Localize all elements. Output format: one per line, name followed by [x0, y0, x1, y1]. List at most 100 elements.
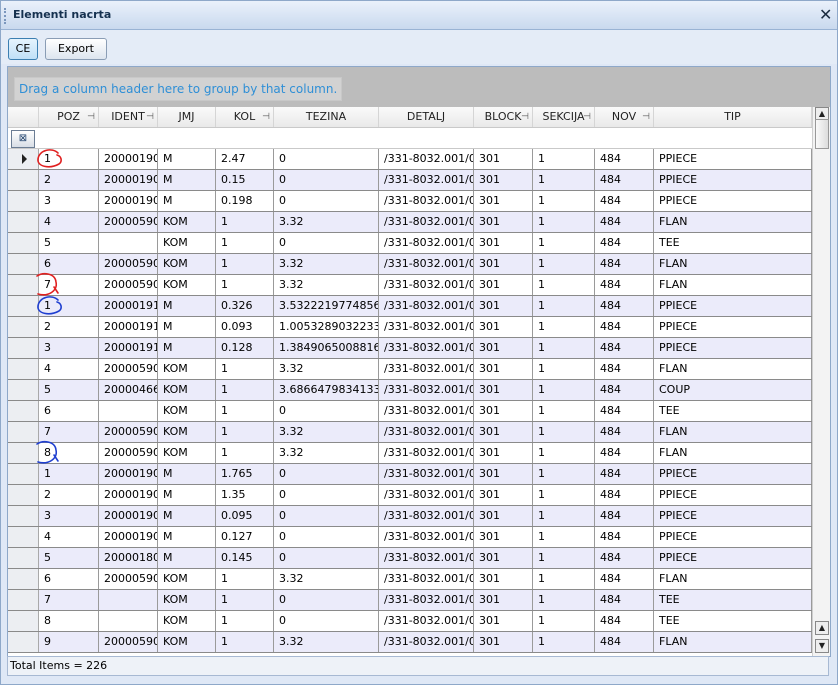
cell-poz[interactable]: 4	[39, 212, 99, 232]
table-row[interactable]: 6 20000590 KOM 1 3.32/331-8032.001/03 301 1 484…	[8, 569, 812, 590]
cell-tip[interactable]: FLAN	[654, 632, 812, 652]
cell-nov[interactable]: 484	[595, 590, 654, 610]
cell-tip[interactable]: PPIECE	[654, 506, 812, 526]
cell-jmj[interactable]: KOM	[158, 632, 216, 652]
cell-block[interactable]: 301	[474, 149, 533, 169]
cell-nov[interactable]: 484	[595, 233, 654, 253]
cell-jmj[interactable]: KOM	[158, 422, 216, 442]
cell-ident[interactable]: 20000466	[99, 380, 158, 400]
cell-detalj[interactable]: /331-8032.001/02	[379, 422, 474, 442]
cell-ident[interactable]: 20000590	[99, 443, 158, 463]
cell-block[interactable]: 301	[474, 170, 533, 190]
cell-sekcija[interactable]: 1	[533, 380, 595, 400]
column-header-detalj[interactable]: DETALJ	[379, 107, 474, 127]
cell-kol[interactable]: 1	[216, 275, 274, 295]
cell-tezina[interactable]: 3.53222197748564	[274, 296, 379, 316]
filter-icon[interactable]: ⊠	[11, 130, 35, 148]
row-indicator[interactable]	[8, 443, 39, 463]
cell-sekcija[interactable]: 1	[533, 191, 595, 211]
cell-tezina[interactable]: 3.32	[274, 275, 379, 295]
cell-sekcija[interactable]: 1	[533, 338, 595, 358]
row-indicator[interactable]	[8, 548, 39, 568]
cell-tezina[interactable]: 3.32	[274, 443, 379, 463]
cell-nov[interactable]: 484	[595, 191, 654, 211]
cell-ident[interactable]	[99, 611, 158, 631]
cell-nov[interactable]: 484	[595, 170, 654, 190]
table-row[interactable]: 3 20000190 M 0.095 0/331-8032.001/03 301 1 484 P…	[8, 506, 812, 527]
cell-sekcija[interactable]: 1	[533, 401, 595, 421]
table-row[interactable]: 5 20000180 M 0.145 0/331-8032.001/03 301 1 484 P…	[8, 548, 812, 569]
cell-tip[interactable]: TEE	[654, 611, 812, 631]
cell-block[interactable]: 301	[474, 380, 533, 400]
cell-sekcija[interactable]: 1	[533, 317, 595, 337]
cell-jmj[interactable]: M	[158, 464, 216, 484]
row-indicator[interactable]	[8, 611, 39, 631]
cell-nov[interactable]: 484	[595, 401, 654, 421]
cell-tip[interactable]: FLAN	[654, 569, 812, 589]
cell-nov[interactable]: 484	[595, 506, 654, 526]
table-row[interactable]: 7 20000590 KOM 1 3.32/331-8032.001/01 301 1 484…	[8, 275, 812, 296]
scroll-thumb[interactable]	[815, 119, 829, 149]
cell-kol[interactable]: 1	[216, 422, 274, 442]
cell-tezina[interactable]: 3.32	[274, 212, 379, 232]
cell-block[interactable]: 301	[474, 632, 533, 652]
cell-kol[interactable]: 0.093	[216, 317, 274, 337]
cell-ident[interactable]: 20000590	[99, 212, 158, 232]
cell-poz[interactable]: 4	[39, 359, 99, 379]
cell-tezina[interactable]: 0	[274, 485, 379, 505]
cell-poz[interactable]: 5	[39, 233, 99, 253]
table-row[interactable]: 8 KOM 1 0/331-8032.001/03 301 1 484 TEE	[8, 611, 812, 632]
row-indicator[interactable]	[8, 317, 39, 337]
cell-jmj[interactable]: M	[158, 338, 216, 358]
row-indicator[interactable]	[8, 338, 39, 358]
cell-detalj[interactable]: /331-8032.001/03	[379, 464, 474, 484]
cell-poz[interactable]: 8	[39, 611, 99, 631]
cell-nov[interactable]: 484	[595, 527, 654, 547]
row-indicator[interactable]	[8, 149, 39, 169]
cell-block[interactable]: 301	[474, 464, 533, 484]
cell-ident[interactable]: 20000590	[99, 275, 158, 295]
cell-nov[interactable]: 484	[595, 359, 654, 379]
cell-kol[interactable]: 0.095	[216, 506, 274, 526]
pin-icon[interactable]: ⊣	[146, 107, 154, 127]
table-row[interactable]: 8 20000590 KOM 1 3.32/331-8032.001/02 301 1 484…	[8, 443, 812, 464]
cell-poz[interactable]: 7	[39, 422, 99, 442]
cell-tezina[interactable]: 3.32	[274, 359, 379, 379]
cell-tip[interactable]: PPIECE	[654, 338, 812, 358]
cell-tezina[interactable]: 0	[274, 464, 379, 484]
cell-ident[interactable]: 20000190	[99, 527, 158, 547]
cell-nov[interactable]: 484	[595, 149, 654, 169]
cell-kol[interactable]: 1	[216, 359, 274, 379]
cell-tip[interactable]: PPIECE	[654, 317, 812, 337]
cell-tip[interactable]: FLAN	[654, 275, 812, 295]
export-button[interactable]: Export	[45, 38, 107, 60]
cell-jmj[interactable]: KOM	[158, 590, 216, 610]
cell-detalj[interactable]: /331-8032.001/01	[379, 275, 474, 295]
cell-tip[interactable]: PPIECE	[654, 296, 812, 316]
cell-sekcija[interactable]: 1	[533, 611, 595, 631]
cell-detalj[interactable]: /331-8032.001/01	[379, 212, 474, 232]
row-indicator[interactable]	[8, 212, 39, 232]
cell-block[interactable]: 301	[474, 485, 533, 505]
cell-tezina[interactable]: 0	[274, 611, 379, 631]
table-row[interactable]: 3 20000190 M 0.198 0/331-8032.001/01 301 1 484 P…	[8, 191, 812, 212]
cell-block[interactable]: 301	[474, 191, 533, 211]
cell-sekcija[interactable]: 1	[533, 569, 595, 589]
cell-kol[interactable]: 1.765	[216, 464, 274, 484]
cell-ident[interactable]: 20000590	[99, 632, 158, 652]
drag-grip-icon[interactable]	[4, 8, 9, 24]
table-row[interactable]: 1 20000190 M 2.47 0/331-8032.001/01 301 1 484 PP…	[8, 149, 812, 170]
table-row[interactable]: 6 20000590 KOM 1 3.32/331-8032.001/01 301 1 484…	[8, 254, 812, 275]
cell-jmj[interactable]: M	[158, 548, 216, 568]
cell-detalj[interactable]: /331-8032.001/02	[379, 296, 474, 316]
cell-jmj[interactable]: KOM	[158, 233, 216, 253]
cell-tezina[interactable]: 0	[274, 170, 379, 190]
cell-nov[interactable]: 484	[595, 548, 654, 568]
cell-kol[interactable]: 1	[216, 401, 274, 421]
cell-kol[interactable]: 0.128	[216, 338, 274, 358]
table-row[interactable]: 4 20000590 KOM 1 3.32/331-8032.001/02 301 1 484…	[8, 359, 812, 380]
cell-kol[interactable]: 1	[216, 233, 274, 253]
cell-sekcija[interactable]: 1	[533, 506, 595, 526]
cell-ident[interactable]: 20000190	[99, 506, 158, 526]
cell-poz[interactable]: 3	[39, 191, 99, 211]
